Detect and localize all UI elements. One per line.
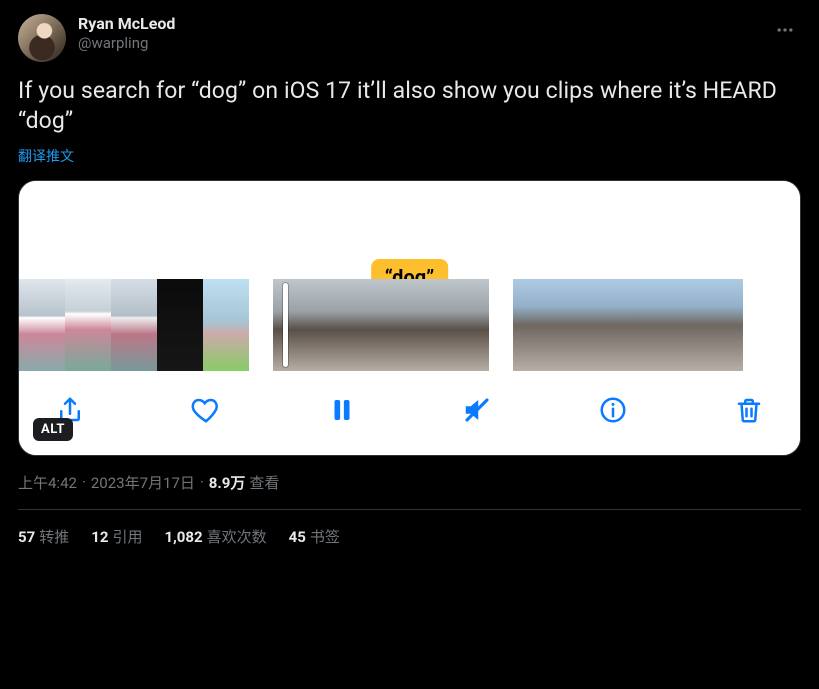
clip-group-3[interactable] [513,279,743,371]
like-button[interactable] [189,393,223,427]
thumbnail [157,279,203,371]
thumbnail [697,279,743,371]
post-time: 上午4:42 [18,472,77,493]
video-timeline-strip[interactable] [19,279,800,371]
thumbnail [345,279,417,371]
thumbnail [203,279,249,371]
author-identity[interactable]: Ryan McLeod @warpling [78,14,769,52]
retweets-stat[interactable]: 57转推 [18,526,69,547]
media-attachment[interactable]: “dog” [18,180,801,456]
heart-icon [191,395,221,425]
thumbnail [19,279,65,371]
alt-badge[interactable]: ALT [33,418,73,441]
thumbnail [111,279,157,371]
stats-row: 57转推 12引用 1,082 喜欢次数 45书签 [18,510,801,547]
pause-icon [327,395,357,425]
trash-icon [734,395,764,425]
likes-stat[interactable]: 1,082 喜欢次数 [164,526,266,547]
playhead-indicator[interactable] [283,283,288,367]
quotes-label: 引用 [112,528,142,546]
thumbnail [559,279,605,371]
thumbnail [605,279,651,371]
clip-group-1[interactable] [19,279,249,371]
separator-dot: · [82,473,86,491]
bookmarks-count: 45 [289,528,306,546]
delete-button[interactable] [732,393,766,427]
quotes-stat[interactable]: 12引用 [91,526,142,547]
likes-label: 喜欢次数 [207,528,267,546]
tweet-text: If you search for “dog” on iOS 17 it’ll … [18,76,801,136]
more-options-button[interactable] [769,14,801,46]
pause-button[interactable] [325,393,359,427]
avatar[interactable] [18,14,66,62]
thumbnail [513,279,559,371]
ellipsis-icon [775,20,795,40]
thumbnail [417,279,489,371]
author-name: Ryan McLeod [78,14,769,33]
tweet-container: Ryan McLeod @warpling If you search for … [0,0,819,547]
mute-icon [462,395,492,425]
retweets-count: 57 [18,528,35,546]
thumbnail [65,279,111,371]
quotes-count: 12 [91,528,108,546]
bookmarks-label: 书签 [310,528,340,546]
likes-count: 1,082 [164,528,202,546]
author-handle: @warpling [78,34,769,52]
thumbnail [651,279,697,371]
separator-dot: · [200,473,204,491]
tweet-metadata[interactable]: 上午4:42 · 2023年7月17日 · 8.9万 查看 [18,472,801,493]
clip-group-2[interactable] [273,279,489,371]
media-toolbar [19,371,800,455]
retweets-label: 转推 [39,528,69,546]
bookmarks-stat[interactable]: 45书签 [289,526,340,547]
post-date: 2023年7月17日 [91,472,195,493]
translate-link[interactable]: 翻译推文 [18,146,74,166]
views-label: 查看 [249,472,279,493]
views-count: 8.9万 [209,472,246,493]
tweet-header: Ryan McLeod @warpling [18,14,801,62]
mute-button[interactable] [460,393,494,427]
info-icon [598,395,628,425]
info-button[interactable] [596,393,630,427]
